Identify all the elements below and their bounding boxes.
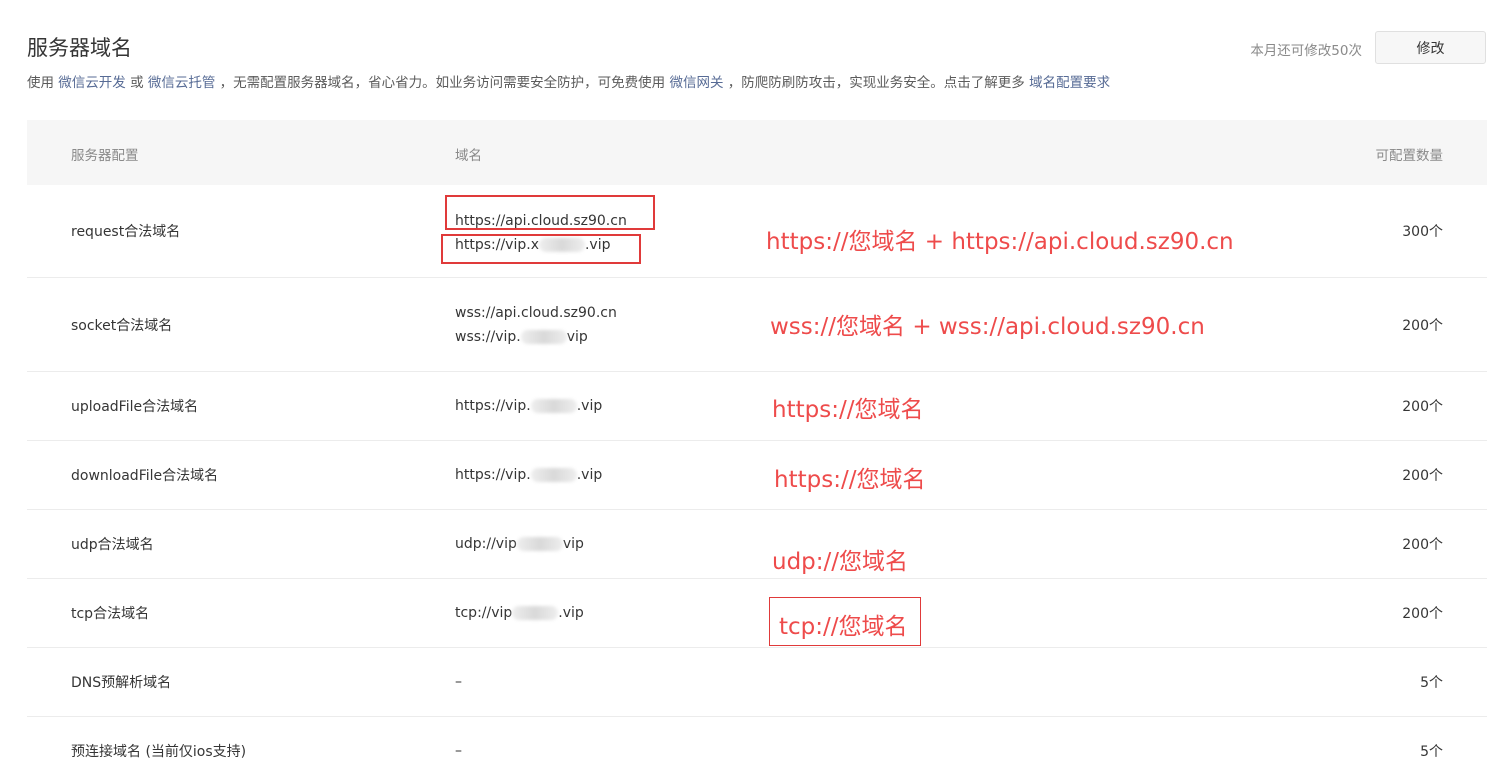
row-domains: https://vip. .vip bbox=[455, 463, 602, 487]
table-row: tcp合法域名 tcp://vip .vip 200个 bbox=[27, 579, 1487, 648]
domain-value: wss://api.cloud.sz90.cn bbox=[455, 304, 617, 321]
domain-prefix: tcp://vip bbox=[455, 605, 513, 621]
domain-suffix: .vip bbox=[576, 398, 603, 414]
header-config: 服务器配置 bbox=[71, 148, 139, 164]
domain-table: 服务器配置 域名 可配置数量 request合法域名 https://api.c… bbox=[27, 120, 1487, 774]
table-row: socket合法域名 wss://api.cloud.sz90.cn wss:/… bbox=[27, 278, 1487, 372]
desc-text-3: ，无需配置服务器域名，省心省力。如业务访问需要安全防护，可免费使用 bbox=[215, 75, 670, 91]
annotation-tcp: tcp://您域名 bbox=[779, 614, 908, 640]
redacted-blur bbox=[530, 399, 577, 413]
domain-value: – bbox=[455, 743, 462, 759]
domain-prefix: https://vip. bbox=[455, 398, 531, 414]
annotation-request: https://您域名 + https://api.cloud.sz90.cn bbox=[766, 229, 1234, 255]
table-row: uploadFile合法域名 https://vip. .vip 200个 bbox=[27, 372, 1487, 441]
row-config: uploadFile合法域名 bbox=[71, 399, 199, 415]
domain-suffix: .vip bbox=[558, 605, 584, 621]
row-config: tcp合法域名 bbox=[71, 606, 150, 622]
table-row: DNS预解析域名 – 5个 bbox=[27, 648, 1487, 717]
modify-button[interactable]: 修改 bbox=[1375, 31, 1486, 64]
domain-value: wss://vip. vip bbox=[455, 325, 617, 349]
row-count: 200个 bbox=[1402, 537, 1443, 553]
domain-value: https://vip. .vip bbox=[455, 463, 602, 487]
highlight-box bbox=[445, 195, 655, 230]
row-config: request合法域名 bbox=[71, 224, 181, 240]
redacted-blur bbox=[516, 537, 563, 551]
redacted-blur bbox=[512, 606, 559, 620]
domain-suffix: .vip bbox=[576, 467, 603, 483]
row-config: DNS预解析域名 bbox=[71, 675, 172, 691]
domain-value: – bbox=[455, 674, 462, 690]
domain-prefix: udp://vip bbox=[455, 536, 517, 552]
header-count: 可配置数量 bbox=[1375, 148, 1444, 164]
highlight-box bbox=[441, 234, 641, 264]
row-count: 5个 bbox=[1420, 675, 1443, 691]
annotation-udp: udp://您域名 bbox=[772, 549, 909, 575]
desc-text-1: 使用 bbox=[27, 75, 59, 91]
header-domain: 域名 bbox=[455, 148, 482, 164]
row-count: 200个 bbox=[1402, 606, 1443, 622]
domain-suffix: vip bbox=[562, 536, 584, 552]
domain-value: tcp://vip .vip bbox=[455, 601, 584, 625]
row-domains: – bbox=[455, 739, 462, 763]
server-domain-page: 服务器域名 使用 微信云开发 或 微信云托管 ，无需配置服务器域名，省心省力。如… bbox=[0, 0, 1503, 774]
row-config: 预连接域名 (当前仅ios支持) bbox=[71, 744, 247, 760]
link-domain-requirements[interactable]: 域名配置要求 bbox=[1029, 75, 1110, 91]
row-domains: udp://vip vip bbox=[455, 532, 584, 556]
domain-value: udp://vip vip bbox=[455, 532, 584, 556]
table-header: 服务器配置 域名 可配置数量 bbox=[27, 120, 1487, 185]
desc-text-4: ，防爬防刷防攻击，实现业务安全。点击了解更多 bbox=[723, 75, 1030, 91]
desc-text-2: 或 bbox=[125, 75, 148, 91]
redacted-blur bbox=[530, 468, 577, 482]
annotation-upload: https://您域名 bbox=[772, 397, 924, 423]
row-count: 5个 bbox=[1420, 744, 1443, 760]
row-count: 300个 bbox=[1402, 224, 1443, 240]
page-title: 服务器域名 bbox=[27, 36, 132, 60]
link-cloud-dev[interactable]: 微信云开发 bbox=[58, 75, 126, 91]
domain-suffix: vip bbox=[566, 328, 588, 345]
row-config: socket合法域名 bbox=[71, 317, 173, 334]
table-row: udp合法域名 udp://vip vip 200个 bbox=[27, 510, 1487, 579]
row-config: downloadFile合法域名 bbox=[71, 468, 219, 484]
row-count: 200个 bbox=[1402, 399, 1443, 415]
row-domains: https://vip. .vip bbox=[455, 394, 602, 418]
description: 使用 微信云开发 或 微信云托管 ，无需配置服务器域名，省心省力。如业务访问需要… bbox=[27, 71, 1110, 91]
row-count: 200个 bbox=[1402, 468, 1443, 484]
row-domains: wss://api.cloud.sz90.cn wss://vip. vip bbox=[455, 301, 617, 349]
annotation-download: https://您域名 bbox=[774, 467, 926, 493]
domain-value: https://vip. .vip bbox=[455, 394, 602, 418]
row-count: 200个 bbox=[1402, 317, 1443, 334]
annotation-socket: wss://您域名 + wss://api.cloud.sz90.cn bbox=[770, 314, 1205, 340]
row-domains: tcp://vip .vip bbox=[455, 601, 584, 625]
domain-prefix: https://vip. bbox=[455, 467, 531, 483]
table-row: request合法域名 https://api.cloud.sz90.cn ht… bbox=[27, 185, 1487, 278]
table-row: downloadFile合法域名 https://vip. .vip 200个 bbox=[27, 441, 1487, 510]
row-domains: – bbox=[455, 670, 462, 694]
link-cloud-hosting[interactable]: 微信云托管 bbox=[148, 75, 216, 91]
domain-prefix: wss://vip. bbox=[455, 328, 521, 345]
link-wechat-gateway[interactable]: 微信网关 bbox=[669, 75, 723, 91]
remaining-modifications: 本月还可修改50次 bbox=[1250, 43, 1362, 59]
table-row: 预连接域名 (当前仅ios支持) – 5个 bbox=[27, 717, 1487, 774]
row-config: udp合法域名 bbox=[71, 537, 154, 553]
redacted-blur bbox=[520, 329, 567, 344]
